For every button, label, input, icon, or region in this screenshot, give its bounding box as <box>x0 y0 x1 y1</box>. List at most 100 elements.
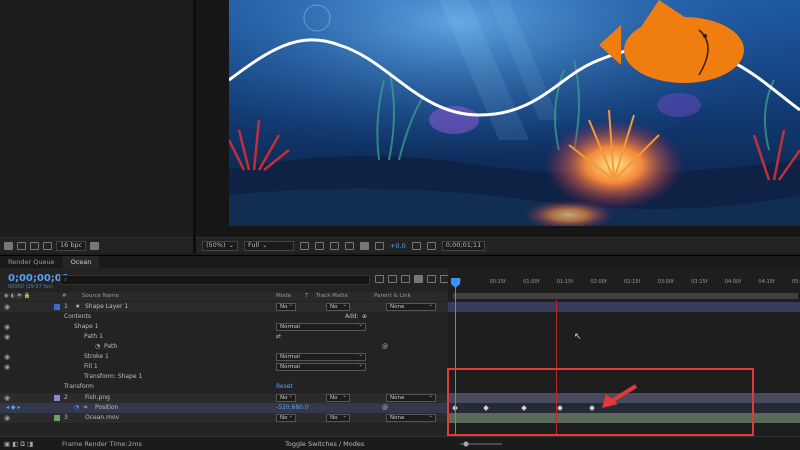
layer-row-fish[interactable]: ◉ 2 Fish.png No No None <box>0 393 448 403</box>
zoom-select[interactable]: (50%) ⌄ <box>202 240 238 251</box>
show-snapshot-icon[interactable] <box>426 241 436 250</box>
star-icon: ★ <box>75 303 81 310</box>
visibility-eye-icon[interactable]: ◉ <box>4 322 10 332</box>
stopwatch-active-icon[interactable]: ◔ <box>74 403 79 413</box>
shape-mode-dropdown[interactable]: Normal <box>276 322 366 331</box>
comp-flowchart-icon[interactable] <box>375 275 384 283</box>
layer-row-shape-layer-1[interactable]: ◉ 1 ★ Shape Layer 1 No No None <box>0 302 448 312</box>
layer-number: 1 <box>64 303 68 310</box>
footer-toggle-icons[interactable]: ▣ ◧ ⧉ ◨ <box>4 440 33 449</box>
camera-icon[interactable] <box>411 241 421 250</box>
exposure-value[interactable]: +0.0 <box>390 242 406 250</box>
mask-visibility-icon[interactable] <box>329 241 339 250</box>
graph-icon[interactable]: ⌗ <box>84 403 87 413</box>
mode-dropdown[interactable]: No <box>276 393 296 402</box>
transparency-grid-icon[interactable] <box>314 241 324 250</box>
pick-whip-icon[interactable]: @ <box>382 342 388 352</box>
ruler-tick-label: 01:15f <box>556 279 573 285</box>
panel-tab-bar: Render Queue Ocean <box>0 255 800 269</box>
keyframe-navigator-icon[interactable]: ◂ ◆ ▸ <box>6 403 20 413</box>
layer-label-color[interactable] <box>54 395 60 401</box>
position-value[interactable]: -520,680.0 <box>276 403 309 413</box>
column-track-matte: Track Matte <box>316 293 348 299</box>
composition-frame[interactable] <box>229 0 800 226</box>
frame-blend-icon[interactable] <box>414 275 423 283</box>
visibility-eye-icon[interactable]: ◉ <box>4 302 10 312</box>
column-source-name[interactable]: Source Name <box>82 293 119 299</box>
path-direction-icon[interactable]: ⇄ <box>276 332 281 342</box>
parent-dropdown[interactable]: None <box>386 302 436 311</box>
ruler-tick-label: 05:0 <box>792 279 800 285</box>
current-time-display[interactable]: 0;00;01;11 <box>441 240 486 251</box>
new-comp-icon[interactable] <box>30 241 39 250</box>
stroke-1-row[interactable]: ◉ Stroke 1 Normal <box>0 352 448 362</box>
mode-dropdown[interactable]: No <box>276 302 296 311</box>
layer-row-ocean[interactable]: ◉ 3 Ocean.mov No No None <box>0 413 448 423</box>
av-features-icon: ◉ ◐ ◓ 🔒 <box>4 293 31 299</box>
guides-icon[interactable] <box>344 241 354 250</box>
motion-blur-icon[interactable] <box>427 275 436 283</box>
contents-row[interactable]: Contents Add: ⊕ <box>0 312 448 322</box>
visibility-eye-icon[interactable]: ◉ <box>4 393 10 403</box>
parent-dropdown[interactable]: None <box>386 393 436 402</box>
tab-render-queue[interactable]: Render Queue <box>0 256 63 269</box>
shape-1-row[interactable]: ◉ Shape 1 Normal <box>0 322 448 332</box>
stopwatch-icon[interactable]: ◔ <box>95 342 100 352</box>
adjust-icon[interactable] <box>43 241 52 250</box>
layer-label-color[interactable] <box>54 304 60 310</box>
mode-dropdown[interactable]: No <box>276 413 296 422</box>
stroke-mode-dropdown[interactable]: Normal <box>276 352 366 361</box>
visibility-eye-icon[interactable]: ◉ <box>4 413 10 423</box>
zoom-value: (50%) <box>206 241 226 249</box>
position-row[interactable]: ◂ ◆ ▸ ◔ ⌗ Position -520,680.0 @ <box>0 403 448 413</box>
tab-ocean[interactable]: Ocean <box>62 255 100 269</box>
pick-whip-icon[interactable]: @ <box>382 403 388 413</box>
render-time-label: Frame Render Time: <box>62 440 128 448</box>
stroke-1-label: Stroke 1 <box>84 353 109 360</box>
transform-label: Transform <box>64 383 94 390</box>
fill-1-row[interactable]: ◉ Fill 1 Normal <box>0 362 448 372</box>
resolution-select[interactable]: Full ⌄ <box>243 240 294 251</box>
path-1-row[interactable]: ◉ Path 1 ⇄ <box>0 332 448 342</box>
reset-link[interactable]: Reset <box>276 382 293 392</box>
transform-row[interactable]: Transform Reset <box>0 382 448 392</box>
exposure-reset-icon[interactable] <box>374 241 384 250</box>
trash-icon[interactable] <box>90 241 100 250</box>
track-matte-dropdown[interactable]: No <box>326 393 350 402</box>
visibility-eye-icon[interactable]: ◉ <box>4 362 10 372</box>
transform-shape-label: Transform: Shape 1 <box>84 373 143 380</box>
fill-mode-dropdown[interactable]: Normal <box>276 362 366 371</box>
add-plus-icon[interactable]: ⊕ <box>362 312 367 322</box>
bpc-button[interactable]: 16 bpc <box>56 240 87 251</box>
shy-icon[interactable] <box>401 275 410 283</box>
layer-number: 2 <box>64 394 68 401</box>
track-matte-dropdown[interactable]: No <box>326 413 350 422</box>
parent-dropdown[interactable]: None <box>386 413 436 422</box>
toggle-switches-button[interactable]: Toggle Switches / Modes <box>285 440 364 448</box>
visibility-eye-icon[interactable]: ◉ <box>4 352 10 362</box>
layer-label-color[interactable] <box>54 415 60 421</box>
ruler-tick-label: 02:15f <box>624 279 641 285</box>
interpret-footage-icon[interactable] <box>4 241 13 250</box>
layer-name[interactable]: Fish.png <box>85 393 110 403</box>
project-panel <box>0 0 193 237</box>
add-label[interactable]: Add: <box>345 312 359 322</box>
project-toolbar: 16 bpc <box>0 237 193 253</box>
layer-name[interactable]: Shape Layer 1 <box>85 302 128 312</box>
zoom-slider[interactable] <box>456 439 506 447</box>
column-t: T <box>305 293 309 299</box>
color-management-icon[interactable] <box>359 241 369 250</box>
transform-shape-row[interactable]: Transform: Shape 1 <box>0 372 448 382</box>
draft-3d-icon[interactable] <box>388 275 397 283</box>
region-of-interest-icon[interactable] <box>299 241 309 250</box>
layer-search-input[interactable]: ⌕ <box>60 275 370 285</box>
layer-name[interactable]: Ocean.mov <box>85 413 119 423</box>
column-parent: Parent & Link <box>374 293 411 299</box>
track-matte-dropdown[interactable]: No <box>326 302 350 311</box>
track-shape-layer-1[interactable] <box>448 302 800 312</box>
work-area-bar[interactable] <box>453 293 798 299</box>
fill-1-label: Fill 1 <box>84 363 98 370</box>
path-row[interactable]: ◔ Path @ <box>0 342 448 352</box>
new-folder-icon[interactable] <box>17 241 26 250</box>
visibility-eye-icon[interactable]: ◉ <box>4 332 10 342</box>
